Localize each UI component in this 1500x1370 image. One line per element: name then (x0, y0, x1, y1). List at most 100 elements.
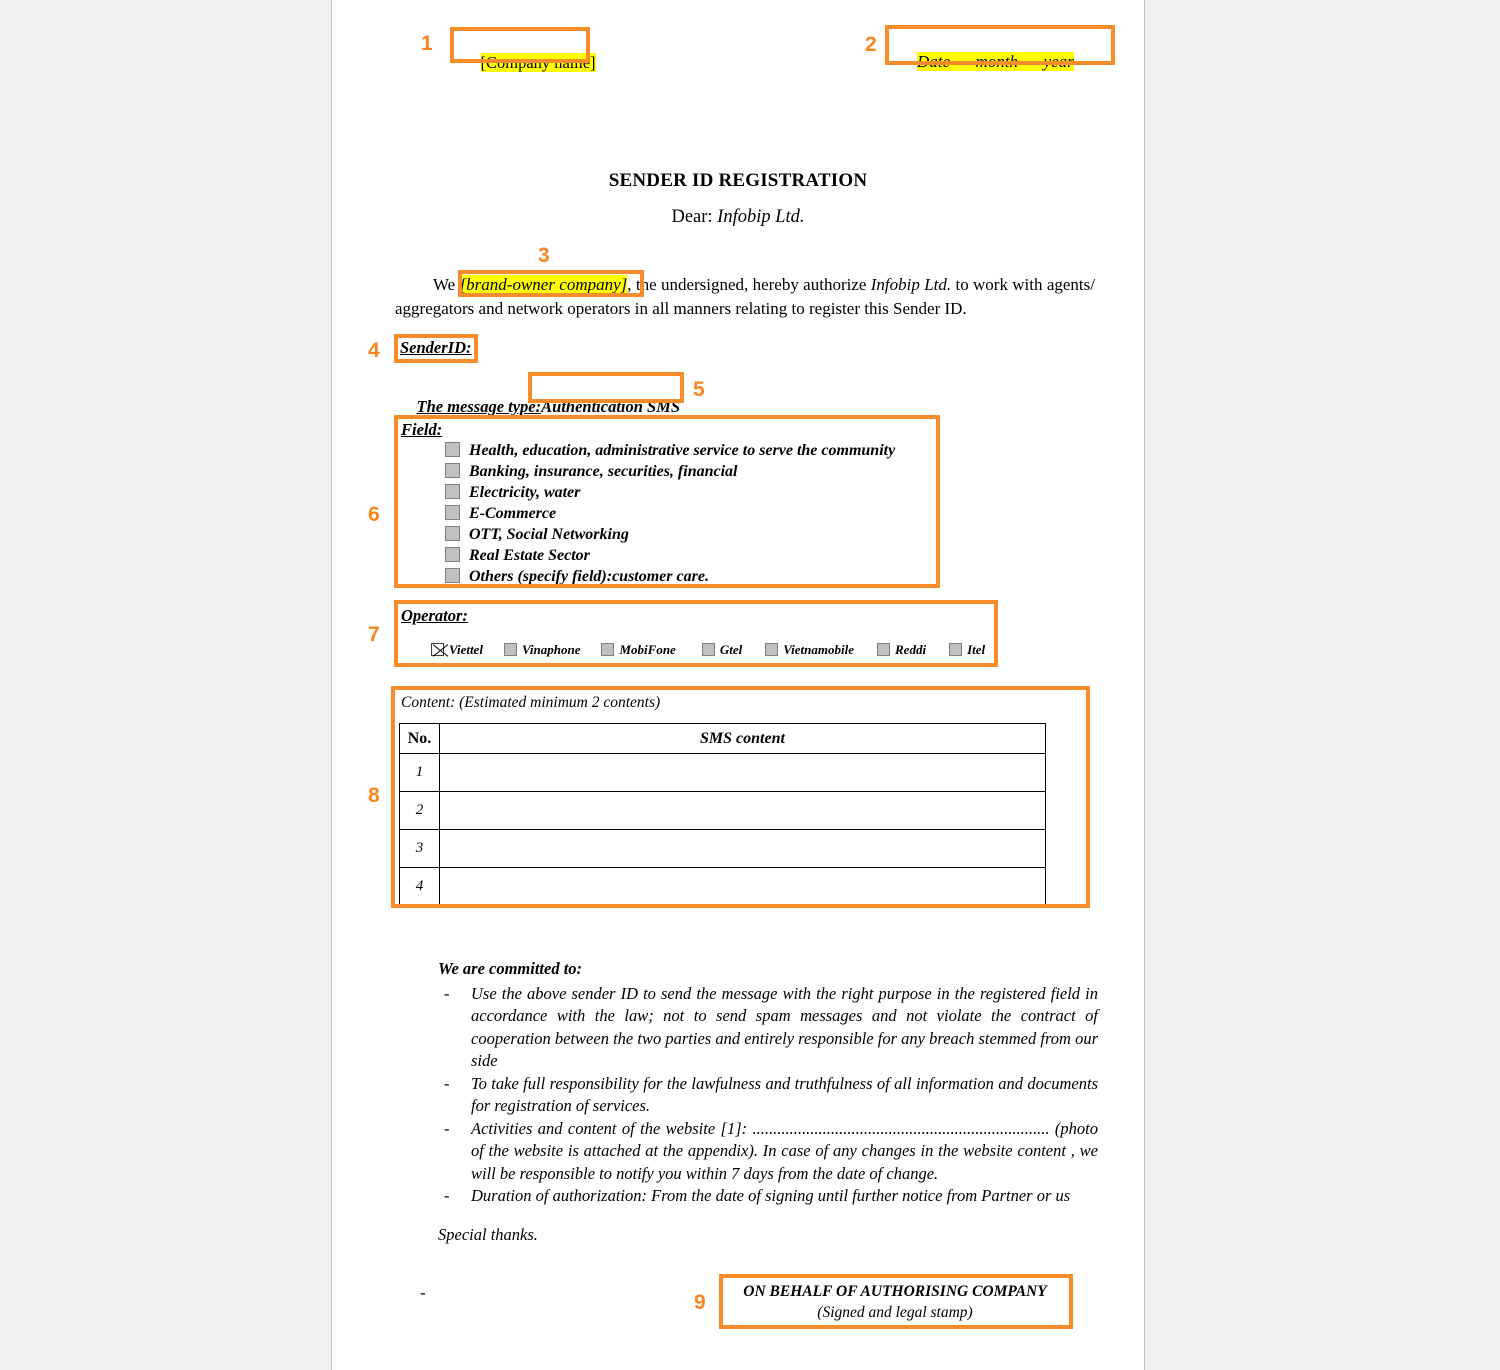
date-line: Date month year (900, 32, 1074, 92)
commitment-item: - Activities and content of the website [… (438, 1118, 1098, 1186)
row-number: 4 (399, 867, 440, 906)
row-number: 2 (399, 791, 440, 830)
operator-option-viettel[interactable]: Viettel (431, 642, 483, 658)
authorized-party: Infobip Ltd. (870, 275, 952, 294)
row-number: 1 (399, 753, 440, 792)
field-option-6[interactable]: Others (specify field):customer care. (445, 566, 895, 587)
sms-content-cell[interactable] (439, 867, 1046, 906)
checkbox-icon[interactable] (877, 643, 891, 656)
operator-option-label: Itel (967, 642, 986, 657)
operator-option-mobifone[interactable]: MobiFone (601, 642, 676, 658)
column-header-sms-content: SMS content (439, 723, 1046, 754)
checkbox-icon[interactable] (445, 463, 460, 478)
annotation-number-9: 9 (694, 1291, 706, 1314)
annotation-number-6: 6 (368, 503, 380, 526)
field-option-label: OTT, Social Networking (469, 526, 629, 543)
field-option-4[interactable]: OTT, Social Networking (445, 524, 895, 545)
checkbox-icon[interactable] (445, 526, 460, 541)
content-caption: Content: (Estimated minimum 2 contents) (401, 694, 661, 711)
commitment-text: Activities and content of the website [1… (471, 1118, 1098, 1183)
operator-option-list: Viettel Vinaphone MobiFone Gtel Vietnamo… (431, 641, 1031, 659)
checkbox-icon[interactable] (949, 643, 963, 656)
salutation: Dear: Infobip Ltd. (332, 207, 1144, 228)
table-row: 1 (399, 753, 1046, 792)
annotation-number-3: 3 (538, 244, 550, 267)
annotation-number-1: 1 (421, 32, 433, 55)
page-title: SENDER ID REGISTRATION (608, 170, 868, 191)
field-option-list: Health, education, administrative servic… (445, 440, 895, 587)
commitments-section: We are committed to: - Use the above send… (438, 958, 1098, 1246)
sender-id-label: SenderID: (400, 338, 472, 357)
checkbox-icon[interactable] (445, 547, 460, 562)
document-page: [Company name] Date month year SENDER ID… (331, 0, 1145, 1370)
field-option-label: Health, education, administrative servic… (469, 442, 896, 459)
company-name-text: [Company name] (480, 53, 596, 72)
checkbox-icon[interactable] (445, 442, 460, 457)
commitment-item: - Use the above sender ID to send the mes… (438, 983, 1098, 1073)
operator-option-reddi[interactable]: Reddi (877, 642, 926, 658)
field-option-2[interactable]: Electricity, water (445, 482, 895, 503)
field-option-5[interactable]: Real Estate Sector (445, 545, 895, 566)
signature-line-2: (Signed and legal stamp) (817, 1304, 973, 1321)
date-line-text: Date month year (917, 52, 1074, 71)
operator-option-label: Gtel (719, 642, 743, 657)
table-row: 2 (399, 791, 1046, 830)
checkbox-icon[interactable] (765, 643, 779, 656)
commitment-text: Use the above sender ID to send the mess… (471, 983, 1098, 1071)
operator-option-label: MobiFone (619, 642, 676, 657)
signature-block: ON BEHALF OF AUTHORISING COMPANY (Signed… (725, 1281, 1065, 1323)
checkbox-icon[interactable] (701, 643, 715, 656)
message-type-label: The message type: (416, 397, 542, 416)
annotation-number-2: 2 (865, 33, 877, 56)
annotation-number-7: 7 (368, 623, 380, 646)
operator-option-vietnamobile[interactable]: Vietnamobile (765, 642, 854, 658)
annotation-number-5: 5 (693, 378, 705, 401)
checkbox-icon[interactable] (445, 505, 460, 520)
authorization-paragraph: We [brand-owner company], the undersigne… (395, 273, 1095, 321)
checkbox-icon[interactable] (503, 643, 517, 656)
operator-option-label: Vietnamobile (783, 642, 855, 657)
table-row: 3 (399, 829, 1046, 868)
bullet-dash: - (444, 1118, 450, 1138)
annotation-number-8: 8 (368, 784, 380, 807)
column-header-no: No. (399, 723, 440, 754)
operator-option-label: Vinaphone (521, 642, 581, 657)
operator-option-itel[interactable]: Itel (949, 642, 985, 658)
field-option-label: E-Commerce (469, 505, 557, 522)
commitments-list: - Use the above sender ID to send the mes… (438, 983, 1098, 1208)
operator-label: Operator: (401, 606, 468, 625)
sms-content-cell[interactable] (439, 753, 1046, 792)
message-type-value: Authentication SMS (541, 397, 681, 416)
table-header-row: No. SMS content (399, 723, 1046, 754)
paragraph-after-1: , the undersigned, hereby authorize (627, 275, 871, 294)
brand-owner-company: [brand-owner company] (459, 275, 628, 294)
commitment-item: - Duration of authorization: From the dat… (438, 1185, 1098, 1208)
sms-content-table: No. SMS content 1 2 3 4 (399, 723, 1046, 906)
operator-option-label: Viettel (449, 642, 483, 657)
paragraph-before: We (433, 275, 460, 294)
operator-option-gtel[interactable]: Gtel (701, 642, 743, 658)
field-option-1[interactable]: Banking, insurance, securities, financia… (445, 461, 895, 482)
commitment-item: - To take full responsibility for the law… (438, 1073, 1098, 1118)
field-option-label: Banking, insurance, securities, financia… (469, 463, 738, 480)
checkbox-icon[interactable] (445, 484, 460, 499)
sms-content-cell[interactable] (439, 791, 1046, 830)
sms-content-cell[interactable] (439, 829, 1046, 868)
table-row: 4 (399, 867, 1046, 906)
checkbox-icon[interactable] (445, 568, 460, 583)
commitments-heading: We are committed to: (438, 959, 583, 978)
closing-line: Special thanks. (438, 1224, 538, 1244)
commitment-text: To take full responsibility for the lawf… (471, 1073, 1098, 1116)
company-name: [Company name] (464, 33, 596, 93)
annotation-number-4: 4 (368, 339, 380, 362)
field-label: Field: (401, 420, 443, 439)
field-option-label: Electricity, water (469, 484, 581, 501)
field-option-0[interactable]: Health, education, administrative servic… (445, 440, 895, 461)
checkbox-icon[interactable] (601, 643, 615, 656)
checkbox-checked-icon[interactable] (431, 643, 444, 656)
signature-line-1: ON BEHALF OF AUTHORISING COMPANY (743, 1283, 1047, 1300)
field-option-3[interactable]: E-Commerce (445, 503, 895, 524)
operator-option-vinaphone[interactable]: Vinaphone (503, 642, 581, 658)
commitment-text: Duration of authorization: From the date… (471, 1186, 1071, 1205)
field-option-label: Others (specify field):customer care. (469, 568, 709, 585)
